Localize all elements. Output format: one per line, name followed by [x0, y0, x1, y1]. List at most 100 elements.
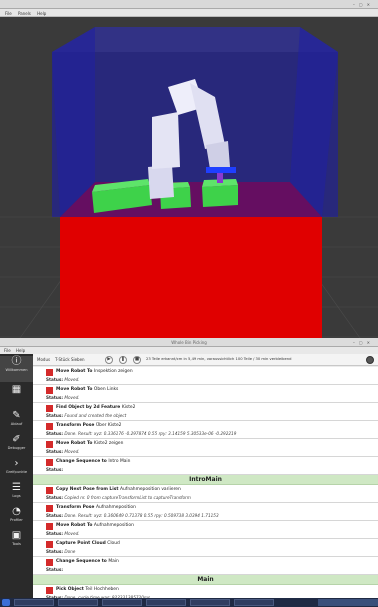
- status-text: Moved.: [64, 377, 80, 382]
- log-entry[interactable]: Capture Point Cloud Cloud Status: Done: [33, 539, 378, 557]
- list-icon: ☰: [12, 482, 21, 493]
- sidebar-item-label: Tools: [12, 542, 21, 546]
- log-action: Move Robot To Kiste2 zeigen: [56, 441, 123, 446]
- status-indicator-icon: [46, 541, 53, 548]
- sequence-section-header: Main: [33, 575, 378, 585]
- action-name: Copy Next Pose from List: [56, 487, 119, 492]
- red-table-front: [60, 217, 322, 338]
- sidebar-item-ablauf[interactable]: ✎ Ablauf: [0, 410, 33, 432]
- app-titlebar: Whole Bin Picking –▢✕: [0, 338, 378, 347]
- status-indicator-icon: [46, 587, 53, 594]
- status-indicator-icon: [46, 441, 53, 448]
- log-status: Status:: [46, 567, 63, 572]
- viewer-titlebar: –▢✕: [0, 0, 378, 9]
- window-controls[interactable]: –▢✕: [353, 2, 374, 7]
- log-entry[interactable]: Find Object by 2d Feature Kiste2 Status: …: [33, 403, 378, 421]
- log-entry[interactable]: Change Sequence to Main Status:: [33, 557, 378, 575]
- log-status: Status: Copied nr. 0 from captureTransfo…: [46, 495, 191, 500]
- app-menubar: File Help: [0, 347, 378, 354]
- status-indicator-icon: [46, 459, 53, 466]
- viewer-menu-file[interactable]: File: [5, 11, 12, 16]
- taskbar-item[interactable]: [58, 599, 98, 606]
- action-name: Find Object by 2d Feature: [56, 405, 121, 410]
- sidebar-item-logs[interactable]: ☰ Logs: [0, 482, 33, 504]
- log-action: Move Robot To Inspektion zeigen: [56, 369, 133, 374]
- action-argument: Kiste2: [121, 405, 136, 410]
- taskbar-item[interactable]: [190, 599, 230, 606]
- start-button[interactable]: [2, 599, 10, 606]
- action-name: Move Robot To: [56, 523, 93, 528]
- status-text: Done. Result: xyz: 0.336176 -0.297874 0.…: [64, 431, 237, 436]
- tools-icon: ▣: [11, 530, 22, 541]
- log-entry[interactable]: Copy Next Pose from List Aufnahmepositio…: [33, 485, 378, 503]
- log-status: Status: Moved.: [46, 377, 80, 382]
- log-action: Transform Pose Aufnahmeposition: [56, 505, 136, 510]
- sidebar-item-greifpunkte[interactable]: › Greifpunkte: [0, 458, 33, 480]
- taskbar-item[interactable]: [146, 599, 186, 606]
- log-action: Capture Point Cloud Cloud: [56, 541, 120, 546]
- sidebar-item-willkommen[interactable]: ⓘ Willkommen: [0, 356, 33, 382]
- status-text: Found and created the object: [64, 413, 127, 418]
- stop-icon[interactable]: ■: [133, 356, 141, 364]
- log-action: Copy Next Pose from List Aufnahmepositio…: [56, 487, 181, 492]
- app-menu-help[interactable]: Help: [16, 348, 25, 353]
- action-argument: Intro Main: [108, 459, 131, 464]
- grid-icon: ▦: [11, 384, 22, 395]
- log-entry[interactable]: Move Robot To Kiste2 zeigen Status: Moved…: [33, 439, 378, 457]
- sidebar-item-label: Debugger: [7, 446, 26, 450]
- action-name: Move Robot To: [56, 387, 93, 392]
- sequence-log[interactable]: Move Robot To Inspektion zeigen Status: M…: [33, 367, 378, 598]
- scene-render: [0, 27, 378, 338]
- toolbar: Modus T-Stück Sieben ▶ ❚ ■ 23 Teile erka…: [33, 354, 378, 366]
- log-status: Status:: [46, 467, 63, 472]
- app-menu-file[interactable]: File: [4, 348, 11, 353]
- status-label: Status:: [46, 531, 63, 536]
- taskbar-item[interactable]: [14, 599, 54, 606]
- sidebar-item-label: Ablauf: [10, 422, 23, 426]
- run-status-text: 23 Teile erkannt/cm in 5,49 min, vorauss…: [146, 357, 292, 361]
- log-entry[interactable]: Move Robot To Aufnahmeposition Status: Mo…: [33, 521, 378, 539]
- log-action: Find Object by 2d Feature Kiste2: [56, 405, 135, 410]
- action-argument: Aufnahmeposition: [95, 505, 136, 510]
- log-action: Move Robot To Aufnahmeposition: [56, 523, 134, 528]
- action-name: Move Robot To: [56, 441, 93, 446]
- sidebar-item-profiler[interactable]: ◔ Profiler: [0, 506, 33, 528]
- sidebar-item-tools[interactable]: ▣ Tools: [0, 530, 33, 552]
- log-action: Change Sequence to Main: [56, 559, 119, 564]
- log-entry[interactable]: Transform Pose Aufnahmeposition Status: D…: [33, 503, 378, 521]
- log-entry[interactable]: Change Sequence to Intro Main Status:: [33, 457, 378, 475]
- sidebar-item-label: Profiler: [10, 518, 23, 522]
- status-label: Status:: [46, 467, 63, 472]
- play-icon[interactable]: ▶: [105, 356, 113, 364]
- sidebar-item-label: Willkommen: [5, 368, 28, 372]
- viewer-menu-panels[interactable]: Panels: [18, 11, 31, 16]
- bin-picking-window: Whole Bin Picking –▢✕ File Help ⓘ Willko…: [0, 338, 378, 598]
- pause-icon[interactable]: ❚: [119, 356, 127, 364]
- status-indicator-icon: [46, 559, 53, 566]
- action-argument: Aufnahmeposition variieren: [119, 487, 181, 492]
- sidebar-item-debugger[interactable]: ✐ Debugger: [0, 434, 33, 456]
- 3d-scene-viewport[interactable]: [0, 17, 378, 338]
- viewer-window: –▢✕ File Panels Help: [0, 0, 378, 338]
- status-text: Done. Result: xyz: 0.360649 0.71378 0.55…: [64, 513, 219, 518]
- log-entry[interactable]: Move Robot To Oben Links Status: Moved.: [33, 385, 378, 403]
- app-window-controls[interactable]: –▢✕: [353, 340, 374, 345]
- system-tray[interactable]: [318, 599, 378, 606]
- mode-select[interactable]: T-Stück Sieben: [55, 357, 85, 362]
- viewer-menu-help[interactable]: Help: [37, 11, 46, 16]
- taskbar-item[interactable]: [234, 599, 274, 606]
- log-status: Status: Moved.: [46, 395, 80, 400]
- chevron-icon: ›: [14, 458, 19, 469]
- status-label: Status:: [46, 449, 63, 454]
- taskbar-item[interactable]: [102, 599, 142, 606]
- log-entry[interactable]: Move Robot To Inspektion zeigen Status: M…: [33, 367, 378, 385]
- sidebar-item-grid[interactable]: ▦: [0, 384, 33, 406]
- log-entry[interactable]: Pick Object Teil Hochheben Status: Done, …: [33, 585, 378, 598]
- record-icon[interactable]: [366, 356, 374, 364]
- status-label: Status:: [46, 395, 63, 400]
- log-status: Status: Moved.: [46, 531, 80, 536]
- action-name: Transform Pose: [56, 423, 95, 428]
- log-entry[interactable]: Transform Pose Über Kiste2 Status: Done. …: [33, 421, 378, 439]
- action-argument: Über Kiste2: [95, 423, 122, 428]
- status-label: Status:: [46, 567, 63, 572]
